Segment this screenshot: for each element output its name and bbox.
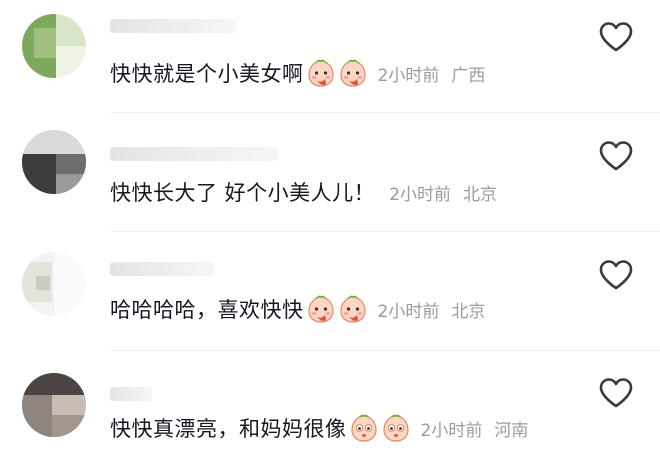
comment-time: 2小时前 [420,420,483,441]
comment-meta: 2小时前 北京 [378,297,486,322]
comment-time: 2小时前 [377,301,440,322]
username[interactable] [110,387,152,401]
username[interactable] [110,19,236,33]
comment-item: 快快长大了 好个小美人儿！ 2小时前 北京 [0,113,660,231]
comment-location: 北京 [451,301,486,322]
comment-meta: 2小时前 北京 [389,180,497,205]
comment-time: 2小时前 [389,184,452,205]
comment-text: 快快长大了 好个小美人儿！ [110,181,376,205]
teary-face-emoji-icon [381,413,411,443]
avatar[interactable] [22,252,86,316]
peach-face-emoji-icon [306,58,336,88]
username[interactable] [110,262,214,276]
heart-outline-icon[interactable] [598,21,634,53]
comment-item: 哈哈哈哈，喜欢快快 2小时前 北京 [0,232,660,350]
heart-outline-icon[interactable] [598,377,634,409]
peach-face-emoji-icon [338,58,368,88]
comment-meta: 2小时前 广西 [378,61,486,86]
comment-text: 快快真漂亮，和妈妈很像 [110,417,347,441]
comment-location: 河南 [494,420,529,441]
teary-face-emoji-icon [349,413,379,443]
comment-item: 快快真漂亮，和妈妈很像 2小时前 河南 [0,351,660,455]
comment-location: 北京 [463,184,498,205]
heart-outline-icon[interactable] [598,140,634,172]
heart-outline-icon[interactable] [598,259,634,291]
comment-text: 快快就是个小美女啊 [110,62,304,86]
avatar[interactable] [22,14,86,78]
peach-face-emoji-icon [306,294,336,324]
comment-time: 2小时前 [377,65,440,86]
comment-meta: 2小时前 河南 [421,416,529,441]
comment-text: 哈哈哈哈，喜欢快快 [110,298,304,322]
username[interactable] [110,147,278,161]
comment-location: 广西 [451,65,486,86]
comment-item: 快快就是个小美女啊 2小时前 广西 [0,0,660,112]
avatar[interactable] [22,130,86,194]
avatar[interactable] [22,373,86,437]
peach-face-emoji-icon [338,294,368,324]
